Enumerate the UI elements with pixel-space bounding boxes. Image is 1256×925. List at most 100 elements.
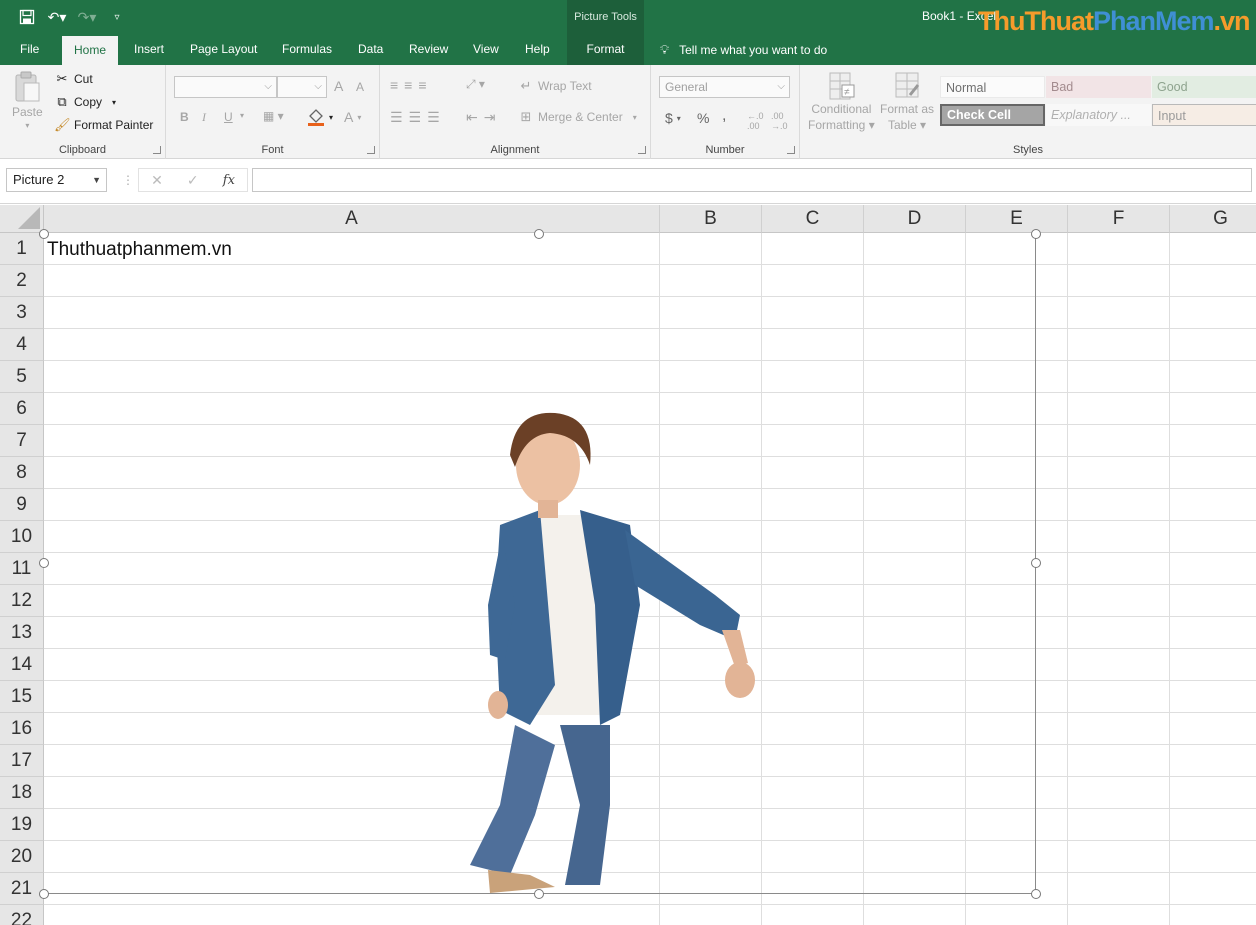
font-color-button[interactable]: A ▾ [344,109,361,125]
column-header-d[interactable]: D [864,205,966,233]
insert-function-icon[interactable]: fx [223,173,235,188]
column-header-a[interactable]: A [44,205,660,233]
picture-tools-label: Picture Tools [567,0,644,34]
resize-handle[interactable] [39,889,49,899]
decrease-decimal-icon[interactable]: .00 →.0 [771,111,788,131]
style-good[interactable]: Good [1152,76,1256,98]
column-header-f[interactable]: F [1068,205,1170,233]
resize-handle[interactable] [39,558,49,568]
enter-icon[interactable]: ✓ [187,172,199,189]
formula-input[interactable] [252,168,1252,192]
percent-button[interactable]: % [697,110,709,126]
undo-icon[interactable]: ↶▾ [44,6,70,28]
vertical-align-icons[interactable]: ≡≡≡ [390,77,433,93]
row-header-2[interactable]: 2 [0,265,44,297]
italic-button[interactable]: I [202,110,206,125]
tab-page-layout[interactable]: Page Layout [178,34,269,65]
font-name-combo[interactable]: ⌵ [174,76,277,98]
row-header-16[interactable]: 16 [0,713,44,745]
row-header-19[interactable]: 19 [0,809,44,841]
font-size-combo[interactable]: ⌵ [277,76,327,98]
paste-button[interactable]: Paste ▾ [12,71,43,130]
row-header-7[interactable]: 7 [0,425,44,457]
customize-qat-icon[interactable]: ▿ [104,6,130,28]
resize-handle[interactable] [534,229,544,239]
cut-button[interactable]: ✂ Cut [54,71,93,87]
picture-boy-image[interactable] [460,405,760,895]
borders-icon[interactable]: ▦ ▾ [263,109,284,123]
row-header-4[interactable]: 4 [0,329,44,361]
style-explanatory[interactable]: Explanatory ... [1046,104,1151,126]
row-header-22[interactable]: 22 [0,905,44,925]
decrease-font-icon[interactable]: A [356,80,364,94]
name-box[interactable]: Picture 2 ▼ [6,168,107,192]
font-launcher-icon[interactable] [367,146,375,154]
horizontal-align-icons[interactable]: ☰☰☰ [390,109,446,126]
column-header-e[interactable]: E [966,205,1068,233]
orientation-icon[interactable]: ⤢ ▾ [466,77,485,92]
row-header-12[interactable]: 12 [0,585,44,617]
comma-button[interactable]: , [722,107,726,125]
row-header-14[interactable]: 14 [0,649,44,681]
style-input[interactable]: Input [1152,104,1256,126]
row-header-21[interactable]: 21 [0,873,44,905]
currency-button[interactable]: $ ▾ [665,110,681,126]
row-header-15[interactable]: 15 [0,681,44,713]
tab-help[interactable]: Help [513,34,562,65]
row-header-1[interactable]: 1 [0,233,44,265]
underline-dropdown-icon[interactable]: ▾ [240,111,244,120]
resize-handle[interactable] [1031,889,1041,899]
column-header-b[interactable]: B [660,205,762,233]
tab-file[interactable]: File [8,34,51,65]
column-header-g[interactable]: G [1170,205,1256,233]
tab-home[interactable]: Home [62,36,119,65]
merge-center-button[interactable]: ⊞ Merge & Center ▾ [518,109,637,125]
tell-me-box[interactable]: 💡︎ Tell me what you want to do [660,34,827,65]
wrap-text-button[interactable]: ↵ Wrap Text [518,78,592,94]
row-header-8[interactable]: 8 [0,457,44,489]
row-header-3[interactable]: 3 [0,297,44,329]
redo-icon[interactable]: ↷▾ [74,6,100,28]
name-box-dropdown-icon[interactable]: ▼ [92,169,101,191]
row-header-20[interactable]: 20 [0,841,44,873]
select-all-button[interactable] [0,205,44,233]
alignment-launcher-icon[interactable] [638,146,646,154]
style-normal[interactable]: Normal [940,76,1045,98]
indent-icons[interactable]: ⇤⇥ [466,109,501,126]
clipboard-launcher-icon[interactable] [153,146,161,154]
bold-button[interactable]: B [180,110,189,124]
row-header-5[interactable]: 5 [0,361,44,393]
resize-handle[interactable] [1031,229,1041,239]
column-header-c[interactable]: C [762,205,864,233]
row-header-6[interactable]: 6 [0,393,44,425]
copy-button[interactable]: ⧉ Copy ▾ [54,94,116,110]
tab-insert[interactable]: Insert [122,34,176,65]
style-bad[interactable]: Bad [1046,76,1151,98]
increase-font-icon[interactable]: A [334,78,343,94]
tab-review[interactable]: Review [397,34,460,65]
increase-decimal-icon[interactable]: ←.0.00 [747,111,764,131]
row-header-10[interactable]: 10 [0,521,44,553]
row-header-9[interactable]: 9 [0,489,44,521]
worksheet-grid[interactable]: A B C D E F G 1 2 3 4 5 6 7 8 9 10 11 12 13 14 15 16 17 1… [0,205,1256,925]
resize-handle[interactable] [39,229,49,239]
number-launcher-icon[interactable] [787,146,795,154]
row-header-11[interactable]: 11 [0,553,44,585]
resize-handle[interactable] [1031,558,1041,568]
row-header-17[interactable]: 17 [0,745,44,777]
tab-formulas[interactable]: Formulas [270,34,344,65]
row-header-18[interactable]: 18 [0,777,44,809]
format-painter-button[interactable]: 🖌︎ Format Painter [54,117,153,133]
row-header-13[interactable]: 13 [0,617,44,649]
fill-color-button[interactable]: ▾ [307,108,333,126]
underline-button[interactable]: U [224,110,233,124]
style-check-cell[interactable]: Check Cell [940,104,1045,126]
number-format-combo[interactable]: General ⌵ [659,76,790,98]
conditional-formatting-button[interactable]: ≠ Conditional Formatting ▾ [808,71,875,133]
tab-view[interactable]: View [461,34,511,65]
tab-data[interactable]: Data [346,34,395,65]
save-icon[interactable] [14,6,40,28]
tab-format[interactable]: Format [567,34,644,65]
format-as-table-button[interactable]: Format as Table ▾ [880,71,934,133]
cancel-icon[interactable]: ✕ [151,172,163,189]
